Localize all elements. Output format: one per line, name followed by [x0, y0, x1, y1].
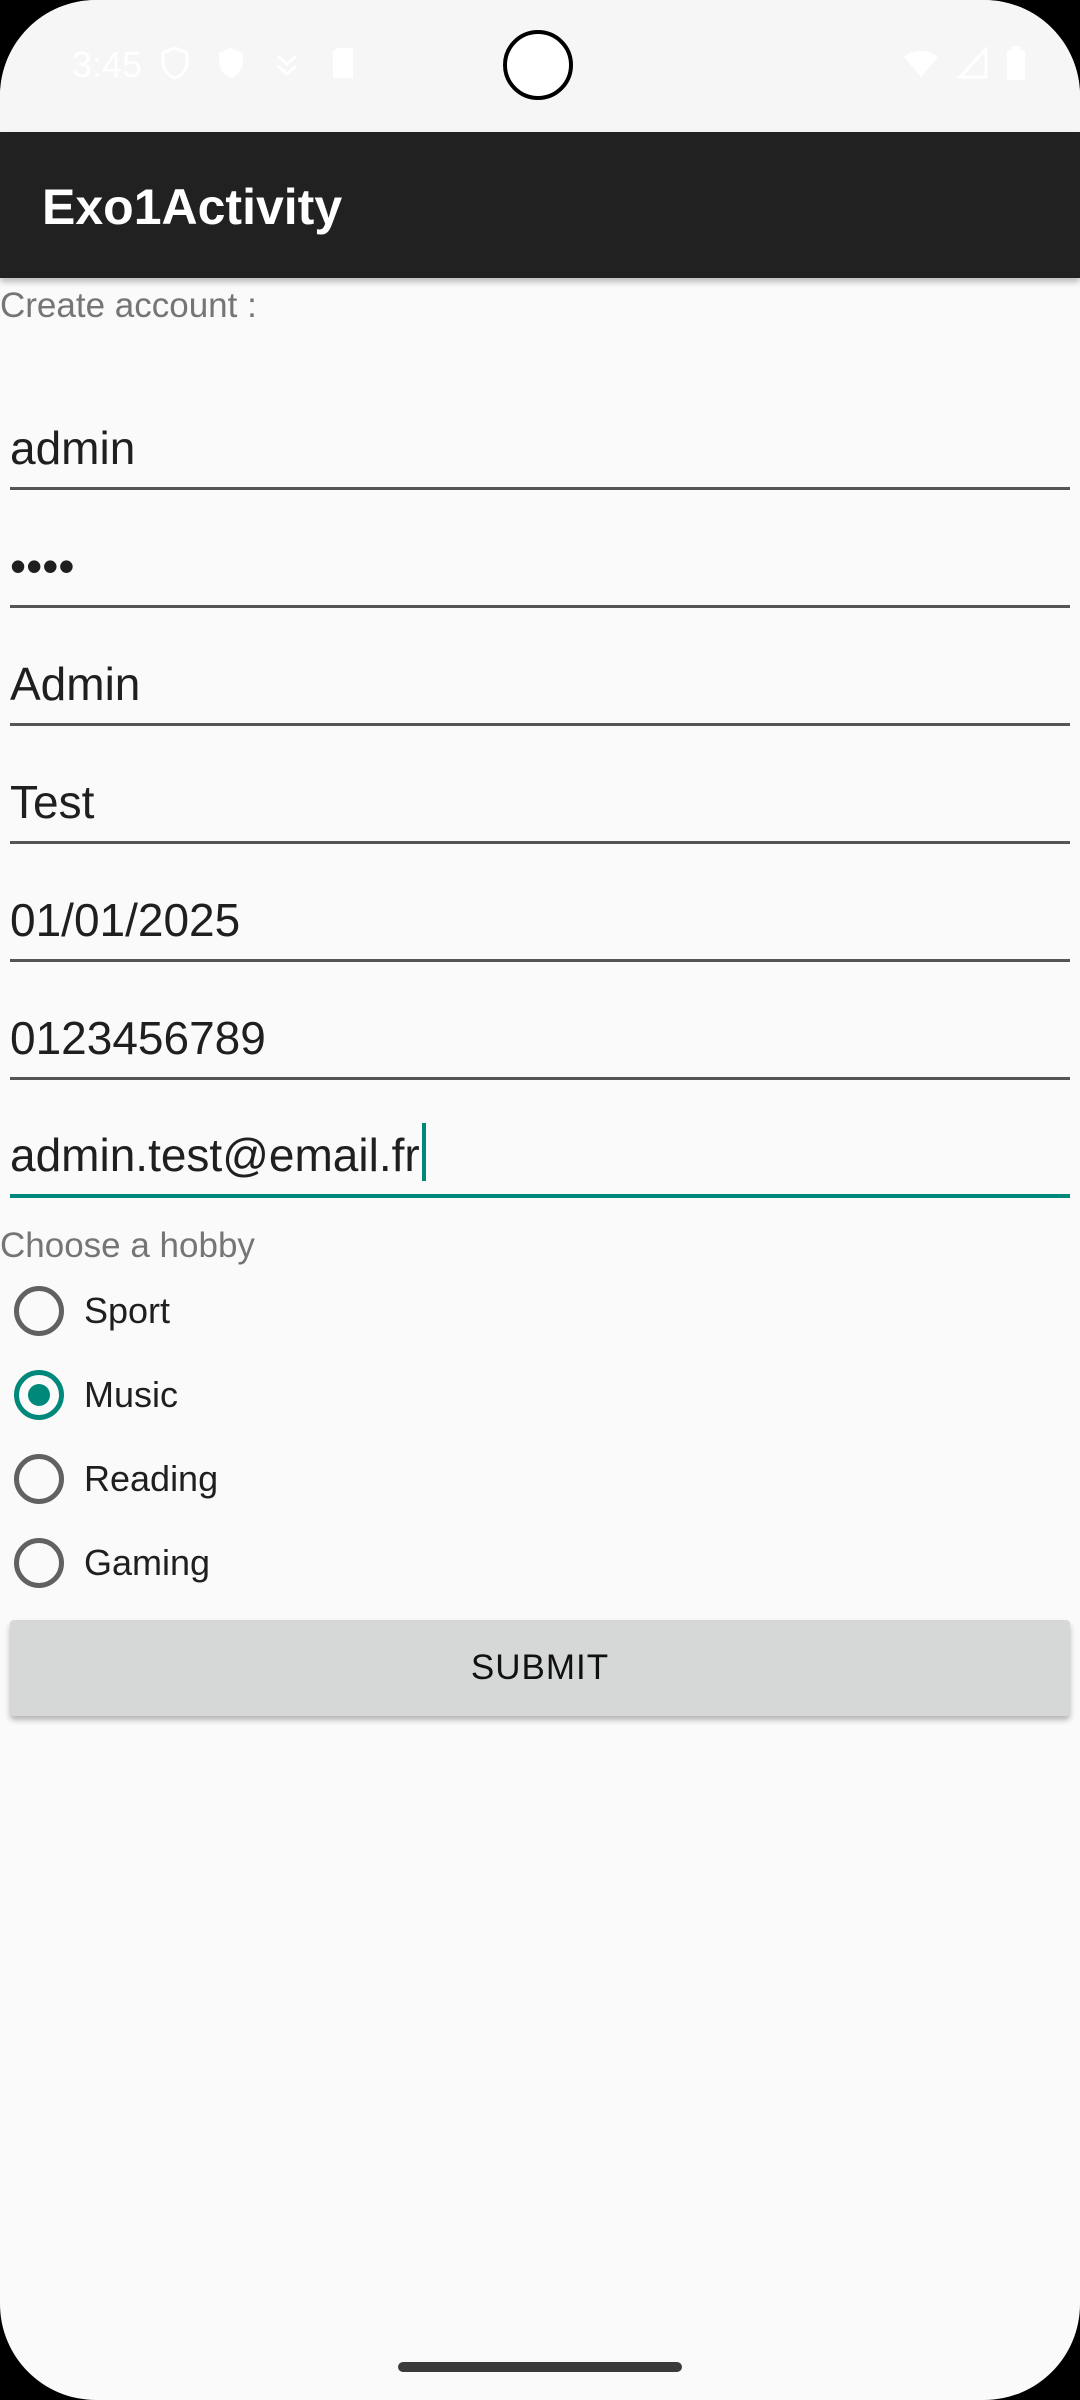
radio-button[interactable] [14, 1538, 64, 1588]
email-value: admin.test@email.fr [10, 1129, 420, 1181]
email-value-container: admin.test@email.fr [10, 1123, 426, 1182]
app-title: Exo1Activity [42, 179, 343, 235]
submit-button[interactable]: SUBMIT [10, 1620, 1070, 1716]
status-icons-left [160, 46, 358, 80]
radio-music[interactable]: Music [14, 1365, 178, 1425]
username-field[interactable]: admin [10, 394, 1070, 490]
birth-date-value: 01/01/2025 [10, 894, 241, 946]
radio-label: Music [84, 1374, 179, 1415]
status-icons-right [902, 46, 1026, 80]
home-indicator[interactable] [398, 2362, 682, 2372]
radio-reading[interactable]: Reading [14, 1449, 218, 1509]
front-camera-cutout [503, 30, 573, 100]
battery-icon [1007, 46, 1025, 80]
status-bar: 3:45 [0, 0, 1080, 132]
radio-gaming[interactable]: Gaming [14, 1533, 210, 1593]
last-name-field[interactable]: Test [10, 748, 1070, 844]
password-value: •••• [10, 540, 75, 592]
sim-card-icon [333, 48, 353, 78]
password-field[interactable]: •••• [10, 512, 1070, 608]
phone-field[interactable]: 0123456789 [10, 984, 1070, 1080]
text-cursor [421, 1123, 426, 1181]
birth-date-field[interactable]: 01/01/2025 [10, 866, 1070, 962]
signal-icon [958, 47, 988, 79]
last-name-value: Test [10, 776, 95, 828]
radio-label: Reading [84, 1458, 219, 1499]
shield-outline-icon [161, 46, 189, 80]
hobby-label: Choose a hobby [0, 1226, 255, 1265]
first-name-value: Admin [10, 658, 141, 710]
status-time: 3:45 [72, 44, 143, 85]
phone-value: 0123456789 [10, 1012, 266, 1064]
email-field[interactable]: admin.test@email.fr [10, 1102, 1070, 1198]
shield-icon [219, 48, 243, 78]
radio-sport[interactable]: Sport [14, 1281, 170, 1341]
radio-label: Gaming [84, 1542, 211, 1583]
username-value: admin [10, 422, 136, 474]
accessibility-icon [277, 54, 297, 77]
app-bar: Exo1Activity [0, 132, 1080, 278]
radio-button[interactable] [14, 1454, 64, 1504]
radio-label: Sport [84, 1290, 171, 1331]
first-name-field[interactable]: Admin [10, 630, 1070, 726]
create-account-label: Create account : [0, 286, 257, 325]
wifi-icon [904, 51, 938, 77]
phone-screen: 3:45 Exo1Activity Create account: admin… [0, 0, 1080, 2400]
radio-button[interactable] [14, 1286, 64, 1336]
radio-button-checked[interactable] [14, 1370, 64, 1420]
